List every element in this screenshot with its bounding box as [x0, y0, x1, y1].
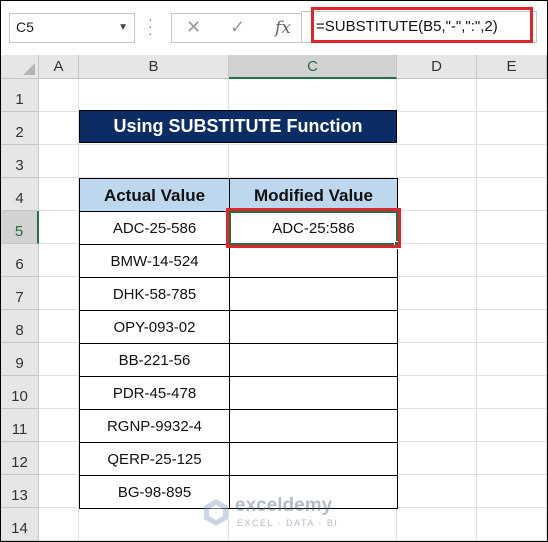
gridline-vertical: [546, 79, 547, 541]
row-header-9[interactable]: 9: [1, 343, 39, 376]
row-header-12[interactable]: 12: [1, 442, 39, 475]
more-dots-icon[interactable]: · · ·: [148, 12, 153, 40]
watermark-tagline: EXCEL · DATA · BI: [237, 518, 339, 528]
cell-highlight-box: [226, 208, 401, 248]
column-header-a[interactable]: A: [39, 55, 79, 79]
row-header-4[interactable]: 4: [1, 178, 39, 211]
formula-bar-area: C5 ▼ · · · ✕ ✓ fx =SUBSTITUTE(B5,"-",":",2…: [1, 1, 547, 55]
formula-buttons: ✕ ✓ fx: [171, 13, 303, 43]
table-cell[interactable]: [229, 277, 398, 311]
table-cell[interactable]: [229, 310, 398, 344]
table-cell[interactable]: QERP-25-125: [79, 442, 230, 476]
worksheet-grid: A B C D E 1 2 3 4 5 6 7 8 9 10 11 12 13 14 Using SUBSTITUTE…: [1, 55, 547, 541]
row-header-7[interactable]: 7: [1, 277, 39, 310]
column-header-b[interactable]: B: [79, 55, 229, 79]
table-cell[interactable]: PDR-45-478: [79, 376, 230, 410]
row-header-11[interactable]: 11: [1, 409, 39, 442]
table-cell[interactable]: BB-221-56: [79, 343, 230, 377]
table-cell[interactable]: RGNP-9932-4: [79, 409, 230, 443]
check-icon[interactable]: ✓: [230, 17, 245, 38]
row-header-1[interactable]: 1: [1, 79, 39, 112]
table-cell[interactable]: OPY-093-02: [79, 310, 230, 344]
table-cell[interactable]: [229, 376, 398, 410]
spreadsheet-window: C5 ▼ · · · ✕ ✓ fx =SUBSTITUTE(B5,"-",":",2…: [0, 0, 548, 542]
watermark: exceldemy EXCEL · DATA · BI: [201, 495, 361, 535]
table-cell[interactable]: [229, 442, 398, 476]
column-header-d[interactable]: D: [397, 55, 477, 79]
cross-icon[interactable]: ✕: [186, 17, 201, 38]
select-all-triangle-icon: [23, 63, 35, 75]
row-header-10[interactable]: 10: [1, 376, 39, 409]
table-header-cell: Actual Value: [79, 178, 230, 212]
row-header-8[interactable]: 8: [1, 310, 39, 343]
exceldemy-logo-icon: [204, 499, 228, 526]
table-cell[interactable]: ADC-25-586: [79, 211, 230, 245]
gridline-horizontal: [39, 144, 547, 145]
table-cell[interactable]: [229, 244, 398, 278]
column-header-c[interactable]: C: [229, 55, 397, 79]
row-header-5[interactable]: 5: [1, 211, 39, 244]
gridline-vertical: [476, 79, 477, 541]
table-cell[interactable]: [229, 343, 398, 377]
watermark-name: exceldemy: [235, 495, 333, 516]
select-all-button[interactable]: [1, 55, 39, 79]
row-header-6[interactable]: 6: [1, 244, 39, 277]
gridline-horizontal: [39, 540, 547, 541]
row-header-3[interactable]: 3: [1, 145, 39, 178]
table-cell[interactable]: [229, 409, 398, 443]
table-header-cell: Modified Value: [229, 178, 398, 212]
title-banner: Using SUBSTITUTE Function: [79, 110, 397, 143]
fx-icon[interactable]: fx: [275, 18, 291, 38]
name-box-value: C5: [16, 19, 34, 35]
row-header-14[interactable]: 14: [1, 508, 39, 541]
row-header-2[interactable]: 2: [1, 112, 39, 145]
formula-highlight-box: [311, 7, 533, 43]
name-box[interactable]: C5 ▼: [9, 13, 135, 43]
column-header-e[interactable]: E: [477, 55, 547, 79]
table-cell[interactable]: DHK-58-785: [79, 277, 230, 311]
table-cell[interactable]: BMW-14-524: [79, 244, 230, 278]
row-header-13[interactable]: 13: [1, 475, 39, 508]
chevron-down-icon[interactable]: ▼: [118, 22, 128, 33]
